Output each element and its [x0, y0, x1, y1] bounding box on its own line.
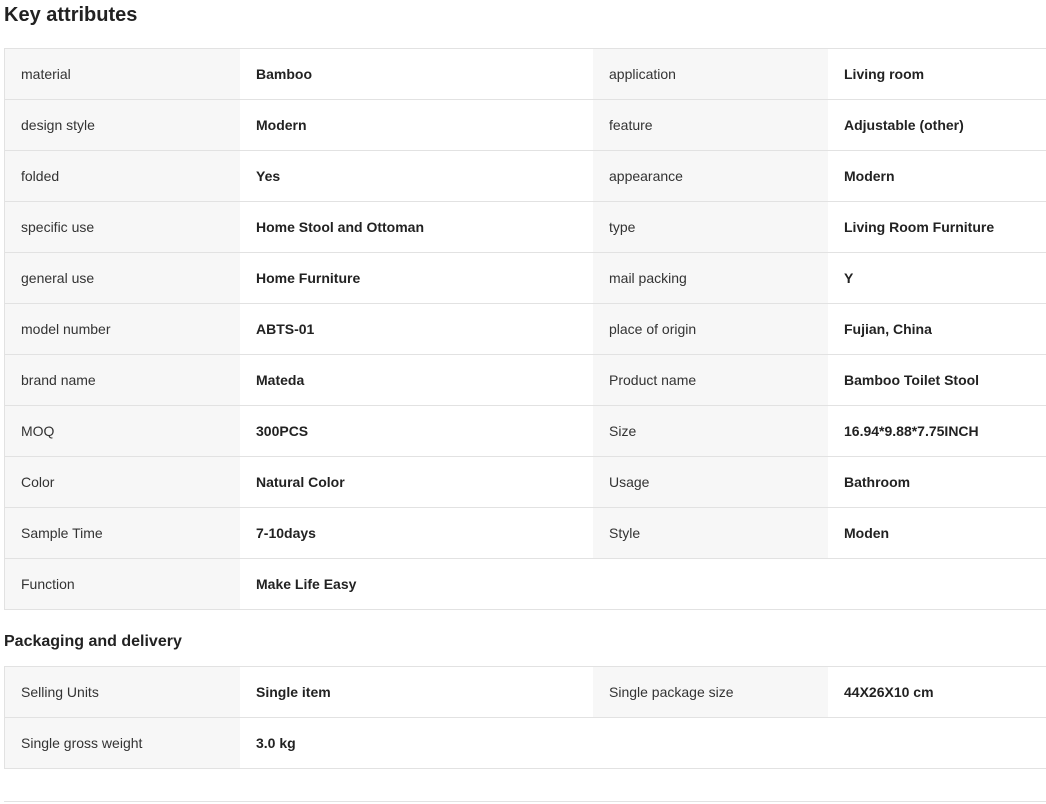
table-row: brand name Mateda Product name Bamboo To… — [5, 355, 1046, 406]
attribute-label: material — [5, 49, 240, 99]
empty-cell — [593, 718, 828, 768]
attribute-label: Product name — [593, 355, 828, 405]
attribute-value: Single item — [240, 667, 593, 717]
attribute-value: Home Stool and Ottoman — [240, 202, 593, 252]
key-attributes-title: Key attributes — [4, 4, 138, 26]
attribute-label: application — [593, 49, 828, 99]
attribute-label: MOQ — [5, 406, 240, 456]
attribute-value: Yes — [240, 151, 593, 201]
table-row: Sample Time 7-10days Style Moden — [5, 508, 1046, 559]
packaging-table: Selling Units Single item Single package… — [4, 666, 1046, 769]
attribute-label: design style — [5, 100, 240, 150]
table-row: Function Make Life Easy — [5, 559, 1046, 610]
packaging-title: Packaging and delivery — [4, 633, 182, 650]
attribute-value: Bathroom — [828, 457, 1046, 507]
empty-cell — [593, 559, 828, 609]
attribute-value: Natural Color — [240, 457, 593, 507]
attribute-value: Bamboo Toilet Stool — [828, 355, 1046, 405]
attribute-value: Bamboo — [240, 49, 593, 99]
attribute-value: 16.94*9.88*7.75INCH — [828, 406, 1046, 456]
table-row: design style Modern feature Adjustable (… — [5, 100, 1046, 151]
attribute-label: Selling Units — [5, 667, 240, 717]
attribute-label: type — [593, 202, 828, 252]
table-row: Selling Units Single item Single package… — [5, 667, 1046, 718]
attribute-value: Moden — [828, 508, 1046, 558]
attribute-value: Living room — [828, 49, 1046, 99]
attribute-label: Function — [5, 559, 240, 609]
attribute-value: Make Life Easy — [240, 559, 593, 609]
table-row: folded Yes appearance Modern — [5, 151, 1046, 202]
attribute-value: Y — [828, 253, 1046, 303]
divider — [4, 801, 1046, 802]
attribute-label: folded — [5, 151, 240, 201]
attribute-label: Usage — [593, 457, 828, 507]
attribute-value: Modern — [828, 151, 1046, 201]
empty-cell — [828, 718, 1046, 768]
attribute-value: 3.0 kg — [240, 718, 593, 768]
attribute-value: 44X26X10 cm — [828, 667, 1046, 717]
attribute-label: place of origin — [593, 304, 828, 354]
table-row: material Bamboo application Living room — [5, 49, 1046, 100]
attribute-label: Sample Time — [5, 508, 240, 558]
attribute-label: appearance — [593, 151, 828, 201]
attribute-label: model number — [5, 304, 240, 354]
attribute-label: Single package size — [593, 667, 828, 717]
attribute-label: Single gross weight — [5, 718, 240, 768]
attribute-value: 7-10days — [240, 508, 593, 558]
attribute-value: Mateda — [240, 355, 593, 405]
table-row: general use Home Furniture mail packing … — [5, 253, 1046, 304]
empty-cell — [828, 559, 1046, 609]
attribute-value: ABTS-01 — [240, 304, 593, 354]
table-row: Single gross weight 3.0 kg — [5, 718, 1046, 769]
attribute-value: Home Furniture — [240, 253, 593, 303]
attribute-value: Living Room Furniture — [828, 202, 1046, 252]
attribute-label: Style — [593, 508, 828, 558]
attribute-label: mail packing — [593, 253, 828, 303]
attribute-value: 300PCS — [240, 406, 593, 456]
attribute-label: specific use — [5, 202, 240, 252]
attribute-value: Adjustable (other) — [828, 100, 1046, 150]
attribute-label: general use — [5, 253, 240, 303]
attribute-label: Size — [593, 406, 828, 456]
table-row: Color Natural Color Usage Bathroom — [5, 457, 1046, 508]
table-row: MOQ 300PCS Size 16.94*9.88*7.75INCH — [5, 406, 1046, 457]
attribute-label: feature — [593, 100, 828, 150]
attribute-value: Fujian, China — [828, 304, 1046, 354]
attribute-value: Modern — [240, 100, 593, 150]
table-row: specific use Home Stool and Ottoman type… — [5, 202, 1046, 253]
table-row: model number ABTS-01 place of origin Fuj… — [5, 304, 1046, 355]
attribute-label: brand name — [5, 355, 240, 405]
attribute-label: Color — [5, 457, 240, 507]
key-attributes-table: material Bamboo application Living room … — [4, 48, 1046, 610]
